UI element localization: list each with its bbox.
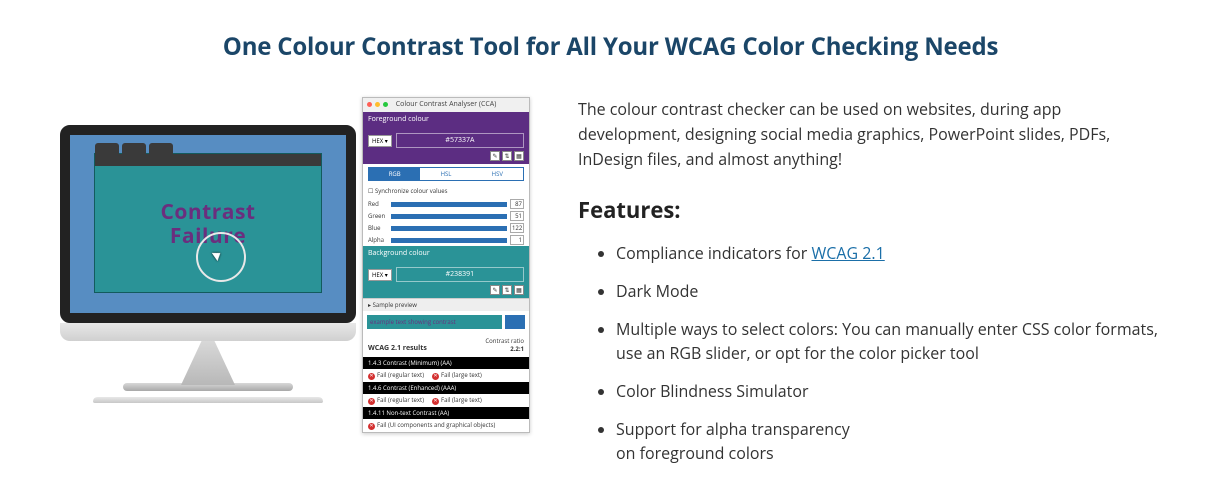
traffic-lights-icon [367, 102, 388, 107]
swatch-icon: ▦ [514, 285, 524, 295]
slider-blue: Blue122 [363, 222, 529, 234]
hero-illustration: ContrastFailure Colour [60, 97, 530, 407]
feature-item: Multiple ways to select colors: You can … [616, 317, 1161, 365]
eyedropper-icon: ✎ [490, 151, 500, 161]
imac-screen: ContrastFailure [60, 125, 356, 323]
hex-select: HEX ▾ [368, 135, 392, 147]
features-list: Compliance indicators for WCAG 2.1 Dark … [578, 241, 1161, 465]
rule-1-4-6-result: ✕Fail (regular text)✕Fail (large text) [363, 394, 529, 407]
feature-text: Compliance indicators for [616, 242, 811, 264]
feature-item: Compliance indicators for WCAG 2.1 [616, 241, 1161, 265]
browser-tabs [95, 143, 176, 154]
bg-tool-icons: ✎⇅▦ [368, 285, 524, 295]
fg-tool-icons: ✎⇅▦ [368, 151, 524, 161]
foreground-section: Foreground colour HEX ▾ #57337A ✎⇅▦ [363, 112, 529, 164]
hex-select-bg: HEX ▾ [368, 269, 392, 281]
slider-alpha: Alpha1 [363, 234, 529, 246]
rule-1-4-3-result: ✕Fail (regular text)✕Fail (large text) [363, 369, 529, 382]
background-section: Background colour HEX ▾ #238391 ✎⇅▦ [363, 246, 529, 298]
rule-1-4-11-result: ✕Fail (UI components and graphical objec… [363, 419, 529, 432]
eyedropper-icon: ✎ [490, 285, 500, 295]
color-model-tabs: RGB HSL HSV [368, 167, 524, 181]
sync-checkbox: ☐ Synchronize colour values [363, 184, 529, 198]
tab-hsl: HSL [420, 168, 471, 180]
feature-item: Dark Mode [616, 279, 1161, 303]
swatch-icon: ▦ [514, 151, 524, 161]
tab-rgb: RGB [369, 168, 420, 180]
sample-preview-heading: ▸ Sample preview [363, 298, 529, 311]
cca-window-title: Colour Contrast Analyser (CCA) [363, 98, 529, 112]
keyboard-icon [93, 397, 323, 403]
results-heading: WCAG 2.1 results Contrast ratio2.2:1 [363, 333, 529, 357]
browser-window: ContrastFailure [94, 153, 322, 293]
swap-icon: ⇅ [502, 151, 512, 161]
fg-label: Foreground colour [363, 112, 529, 127]
bg-hex-value: #238391 [396, 267, 524, 282]
swap-icon: ⇅ [502, 285, 512, 295]
features-heading: Features: [578, 195, 1161, 225]
rule-1-4-6: 1.4.6 Contrast (Enhanced) (AAA) [363, 382, 529, 394]
fg-hex-value: #57337A [396, 133, 524, 148]
feature-item: Support for alpha transparencyon foregro… [616, 417, 1161, 465]
slider-green: Green51 [363, 210, 529, 222]
imac-mock: ContrastFailure [60, 125, 356, 403]
wcag-link[interactable]: WCAG 2.1 [811, 242, 884, 264]
page-title: One Colour Contrast Tool for All Your WC… [60, 30, 1161, 63]
cca-panel: Colour Contrast Analyser (CCA) Foregroun… [362, 97, 530, 433]
bg-label: Background colour [363, 246, 529, 261]
rule-1-4-3: 1.4.3 Contrast (Minimum) (AA) [363, 357, 529, 369]
sample-preview: example text showing contrast [363, 311, 529, 333]
rule-1-4-11: 1.4.11 Non-text Contrast (AA) [363, 407, 529, 419]
intro-paragraph: The colour contrast checker can be used … [578, 97, 1161, 171]
tab-hsv: HSV [472, 168, 523, 180]
feature-item: Color Blindness Simulator [616, 379, 1161, 403]
sample-text: example text showing contrast [367, 315, 502, 329]
slider-red: Red87 [363, 198, 529, 210]
